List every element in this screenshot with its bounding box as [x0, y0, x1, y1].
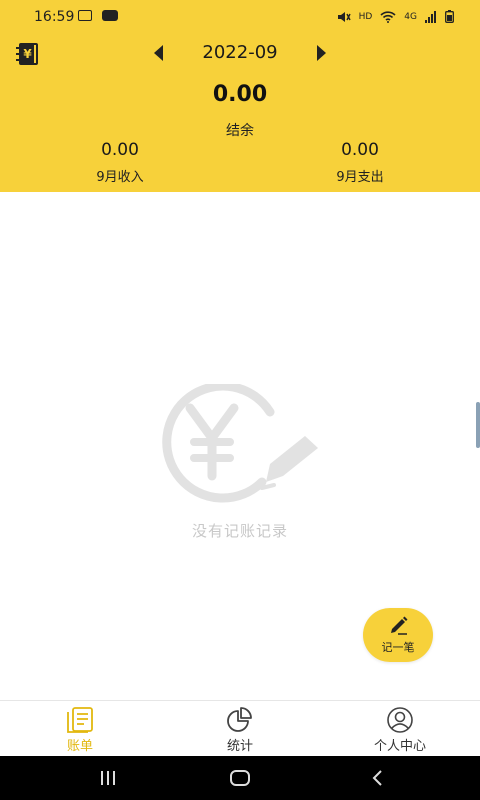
- battery-icon: [445, 10, 454, 23]
- expense-label: 9月支出: [336, 170, 384, 185]
- balance-value: 0.00: [212, 82, 268, 107]
- empty-ledger-icon: [162, 384, 318, 503]
- gallery-notification-icon: [78, 10, 92, 21]
- tab-profile-label: 个人中心: [373, 739, 426, 754]
- app-notification-icon: [102, 10, 118, 21]
- status-notification-icons: [78, 10, 118, 21]
- add-record-label: 记一笔: [381, 641, 415, 654]
- scrollbar[interactable]: [476, 402, 480, 448]
- tab-statistics-label: 统计: [226, 739, 253, 754]
- tab-bills[interactable]: 账单: [20, 705, 140, 755]
- balance-label: 结余: [226, 123, 254, 139]
- add-record-button[interactable]: 记一笔: [363, 608, 433, 662]
- tab-profile[interactable]: 个人中心: [340, 705, 460, 755]
- bill-icon: [67, 707, 93, 733]
- system-navigation-bar: [0, 756, 480, 800]
- income-value: 0.00: [101, 140, 139, 160]
- tab-statistics[interactable]: 统计: [180, 705, 300, 755]
- tab-bills-label: 账单: [66, 739, 93, 754]
- pencil-icon: [391, 616, 408, 635]
- month-selector: 2022-09: [0, 38, 480, 68]
- status-system-icons: HD 4G: [337, 10, 454, 23]
- next-month-icon[interactable]: [316, 45, 326, 61]
- back-icon[interactable]: [370, 768, 384, 788]
- wifi-icon: [380, 10, 396, 23]
- recent-apps-icon[interactable]: [98, 768, 118, 788]
- pie-chart-icon: [227, 707, 252, 732]
- expense-value: 0.00: [341, 140, 379, 160]
- income-label: 9月收入: [96, 170, 144, 185]
- bottom-navigation: 账单 统计 个人中心: [0, 700, 480, 756]
- previous-month-icon[interactable]: [154, 45, 164, 61]
- signal-type-label: 4G: [404, 11, 417, 22]
- expense-summary: 0.00 9月支出: [280, 140, 440, 185]
- income-summary: 0.00 9月收入: [40, 140, 200, 185]
- empty-state-message: 没有记账记录: [191, 522, 288, 540]
- signal-icon: [425, 10, 436, 23]
- status-time: 16:59: [34, 9, 75, 25]
- home-icon[interactable]: [229, 768, 251, 788]
- network-type-label: HD: [358, 11, 373, 22]
- summary-header: ¥ 2022-09 0.00 结余 0.00 9月收入 0.00 9月支出: [0, 34, 480, 192]
- mute-icon: [337, 11, 351, 22]
- month-label[interactable]: 2022-09: [180, 42, 300, 63]
- user-icon: [387, 707, 413, 733]
- status-bar: 16:59 HD 4G: [0, 0, 480, 34]
